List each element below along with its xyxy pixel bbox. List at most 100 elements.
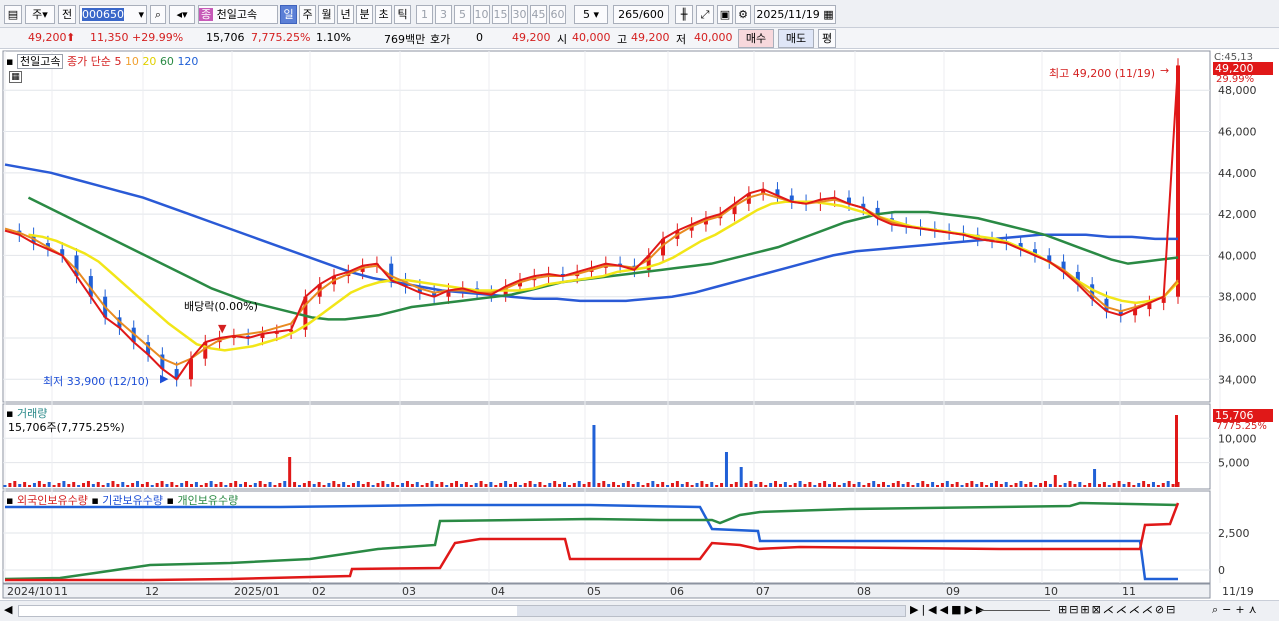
layout-icon[interactable]: ▤ bbox=[4, 5, 22, 24]
period-tab-4[interactable]: 분 bbox=[356, 5, 373, 24]
volume-bar bbox=[690, 485, 694, 487]
fit-icon[interactable]: ⤢ bbox=[696, 5, 714, 24]
scroll-left-icon[interactable]: ◀ bbox=[4, 603, 12, 616]
volume-bar bbox=[145, 482, 149, 487]
volume-bar bbox=[288, 457, 292, 487]
zoom-slider[interactable] bbox=[980, 610, 1050, 611]
volume-bar bbox=[798, 481, 802, 487]
gear-icon[interactable]: ⚙ bbox=[735, 5, 751, 24]
volume-bar bbox=[347, 485, 351, 487]
period-tab-0[interactable]: 일 bbox=[280, 5, 297, 24]
chart-area[interactable]: 48,000 46,000 44,000 42,000 40,000 38,000 36,0… bbox=[0, 49, 1279, 602]
code-input[interactable]: 000650 ▾ bbox=[79, 5, 147, 24]
interval-tab-0[interactable]: 1 bbox=[416, 5, 433, 24]
price-tick: 36,000 bbox=[1218, 332, 1257, 345]
period-tab-1[interactable]: 주 bbox=[299, 5, 316, 24]
candle-icon[interactable]: ╫ bbox=[675, 5, 693, 24]
interval-tab-6[interactable]: 45 bbox=[530, 5, 547, 24]
stock-name-field[interactable]: 종 천일고속 bbox=[198, 5, 278, 24]
count-field[interactable]: 265/600 bbox=[613, 5, 669, 24]
period-tab-3[interactable]: 년 bbox=[337, 5, 354, 24]
volume-bar bbox=[720, 483, 724, 487]
volume-bar bbox=[749, 481, 753, 487]
search-icon[interactable]: ⌕ bbox=[150, 5, 166, 24]
volume-pct: 7,775.25% bbox=[251, 31, 311, 44]
legend-individual[interactable]: 개인보유수량 bbox=[177, 494, 238, 507]
calendar-icon[interactable]: ▦ bbox=[823, 8, 833, 21]
volume-bar bbox=[234, 481, 238, 487]
high: 49,200 bbox=[631, 31, 670, 44]
interval-tab-4[interactable]: 15 bbox=[492, 5, 509, 24]
scroll-thumb[interactable] bbox=[517, 606, 905, 616]
legend-stock-name[interactable]: 천일고속 bbox=[16, 54, 64, 69]
investor-bullet-icon: ▪ bbox=[91, 494, 99, 507]
volume-bar bbox=[1068, 481, 1072, 487]
high-annotation: 최고 49,200 (11/19) bbox=[1049, 67, 1156, 80]
volume-bar bbox=[931, 482, 935, 487]
volume-bar bbox=[1137, 483, 1141, 487]
legend-ma20[interactable]: 20 bbox=[142, 55, 156, 68]
investor-tick: 2,500 bbox=[1218, 527, 1250, 540]
nav-controls[interactable]: ▶|◀◀■▶▶ bbox=[910, 603, 987, 616]
interval-tab-5[interactable]: 30 bbox=[511, 5, 528, 24]
bottom-bar: ◀ ▶|◀◀■▶▶ ⊞⊟⊞⊠⋌⋌⋌⋌⊘⊟ ⌕−+⋏ bbox=[0, 600, 1279, 621]
period-tab-6[interactable]: 틱 bbox=[394, 5, 411, 24]
x-tick: 10 bbox=[1044, 585, 1058, 598]
prev-button[interactable]: 전 bbox=[58, 5, 76, 24]
volume-bar bbox=[862, 485, 866, 487]
tool-icons[interactable]: ⊞⊟⊞⊠⋌⋌⋌⋌⊘⊟ bbox=[1058, 603, 1177, 616]
volume-bar bbox=[661, 482, 665, 487]
volume-bar bbox=[955, 482, 959, 487]
volume-bar bbox=[793, 483, 797, 487]
type-select[interactable]: 주▾ bbox=[25, 5, 55, 24]
price-panel bbox=[2, 50, 1211, 403]
interval-tab-7[interactable]: 60 bbox=[549, 5, 566, 24]
volume-bar bbox=[1127, 482, 1131, 487]
price-chart[interactable]: 48,000 46,000 44,000 42,000 40,000 38,000 36,0… bbox=[0, 49, 1279, 602]
volume-bar bbox=[1156, 485, 1160, 487]
legend-institution[interactable]: 기관보유수량 bbox=[102, 494, 163, 507]
zoom-icons[interactable]: ⌕−+⋏ bbox=[1212, 603, 1261, 617]
volume-bar bbox=[229, 483, 233, 487]
sound-icon[interactable]: ◂▾ bbox=[169, 5, 195, 24]
volume-bar bbox=[440, 482, 444, 487]
volume-bar bbox=[1043, 481, 1047, 487]
arrow-right-icon: → bbox=[1160, 64, 1170, 77]
volume-bar bbox=[62, 481, 66, 487]
legend-foreign[interactable]: 외국인보유수량 bbox=[17, 494, 88, 507]
interval-select[interactable]: 5 ▾ bbox=[574, 5, 608, 24]
date-field[interactable]: 2025/11/19 ▦ bbox=[754, 5, 836, 24]
volume-bar bbox=[479, 481, 483, 487]
volume-bar bbox=[1029, 482, 1033, 487]
legend-ma10[interactable]: 10 bbox=[125, 55, 139, 68]
volume-bar bbox=[47, 482, 51, 487]
save-icon[interactable]: ▣ bbox=[717, 5, 733, 24]
volume-bar bbox=[1014, 483, 1018, 487]
volume-bar bbox=[327, 483, 331, 487]
legend-close[interactable]: 종가 단순 bbox=[67, 55, 111, 68]
volume-bar bbox=[612, 482, 616, 487]
volume-bar bbox=[23, 482, 27, 487]
x-tick: 2024/10 bbox=[7, 585, 53, 598]
volume-bar bbox=[513, 482, 517, 487]
interval-tab-3[interactable]: 10 bbox=[473, 5, 490, 24]
scrollbar[interactable] bbox=[18, 605, 906, 617]
volume-bar bbox=[980, 482, 984, 487]
interval-tab-2[interactable]: 5 bbox=[454, 5, 471, 24]
period-tab-5[interactable]: 초 bbox=[375, 5, 392, 24]
buy-button[interactable]: 매수 bbox=[738, 29, 774, 48]
interval-tab-1[interactable]: 3 bbox=[435, 5, 452, 24]
x-tick: 11/19 bbox=[1222, 585, 1254, 598]
volume-bar bbox=[518, 485, 522, 487]
volume-bar bbox=[1166, 481, 1170, 487]
legend-ma120[interactable]: 120 bbox=[177, 55, 198, 68]
eval-button[interactable]: 평 bbox=[818, 29, 836, 48]
volume-bar bbox=[351, 483, 355, 487]
legend-ma60[interactable]: 60 bbox=[160, 55, 174, 68]
legend-ma5[interactable]: 5 bbox=[114, 55, 121, 68]
sell-button[interactable]: 매도 bbox=[778, 29, 814, 48]
volume-bar bbox=[685, 482, 689, 487]
volume-bar bbox=[965, 483, 969, 487]
period-tab-2[interactable]: 월 bbox=[318, 5, 335, 24]
table-icon[interactable]: ▦ bbox=[9, 71, 22, 83]
